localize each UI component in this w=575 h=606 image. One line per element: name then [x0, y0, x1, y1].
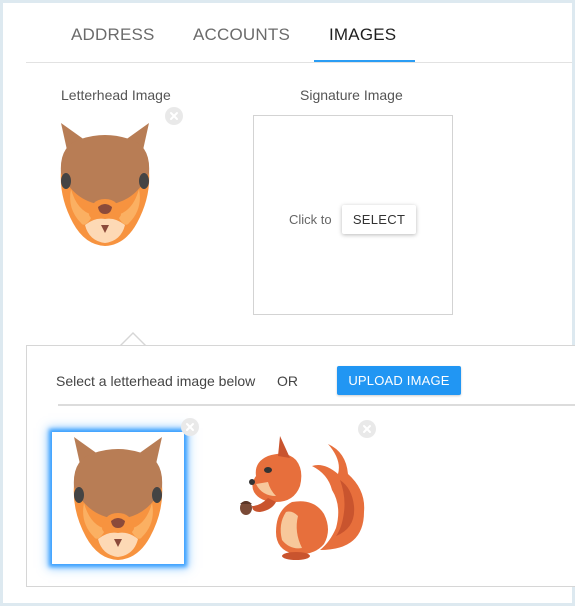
click-to-text: Click to [289, 212, 332, 227]
letterhead-option-squirrel-face[interactable] [52, 432, 184, 564]
remove-option-2-icon[interactable] [358, 420, 376, 438]
letterhead-option-squirrel[interactable] [232, 432, 372, 562]
tab-bar: ADDRESS ACCOUNTS IMAGES [3, 3, 572, 63]
letterhead-image[interactable] [55, 119, 155, 249]
tab-address[interactable]: ADDRESS [71, 25, 155, 45]
tab-accounts[interactable]: ACCOUNTS [193, 25, 290, 45]
tab-images[interactable]: IMAGES [329, 25, 396, 45]
letterhead-label: Letterhead Image [61, 87, 171, 103]
squirrel-icon [232, 432, 372, 562]
signature-label: Signature Image [300, 87, 403, 103]
remove-option-1-icon[interactable] [181, 418, 199, 436]
tabs-divider [26, 62, 572, 63]
squirrel-face-icon [68, 433, 168, 563]
squirrel-face-icon [55, 119, 155, 249]
select-signature-button[interactable]: SELECT [342, 205, 416, 234]
images-settings-panel: ADDRESS ACCOUNTS IMAGES Letterhead Image… [3, 3, 575, 603]
upload-image-button[interactable]: UPLOAD IMAGE [337, 366, 461, 395]
picker-divider [58, 404, 575, 406]
signature-dropzone[interactable]: Click to SELECT [253, 115, 453, 315]
letterhead-picker-panel: Select a letterhead image below OR UPLOA… [26, 345, 575, 587]
picker-instruction: Select a letterhead image below [56, 373, 256, 389]
or-text: OR [277, 373, 298, 389]
remove-letterhead-icon[interactable] [165, 107, 183, 125]
